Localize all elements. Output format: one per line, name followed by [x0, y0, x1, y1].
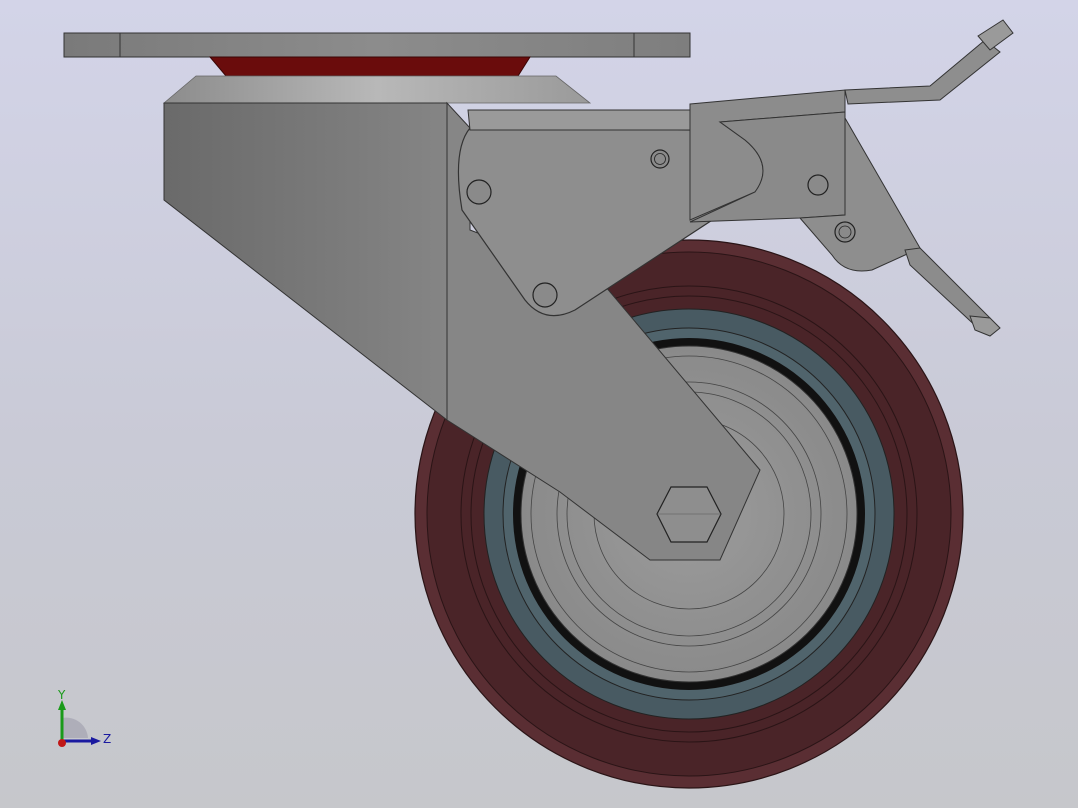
x-axis-dot-icon: [58, 739, 66, 747]
cad-viewport[interactable]: Y Z: [0, 0, 1078, 808]
axle-nut[interactable]: [656, 486, 722, 543]
top-plate-body: [63, 32, 691, 58]
triad-arc: [62, 717, 88, 738]
lever-tip: [969, 315, 1001, 337]
lever-pivot: [834, 221, 856, 243]
rivet-hole-2: [532, 282, 558, 308]
pedal-pivot: [807, 174, 829, 196]
rivet-hole-1: [466, 179, 492, 205]
caster-model-view[interactable]: [0, 0, 1078, 808]
z-axis-label: Z: [103, 732, 111, 746]
fork-side-left: [163, 102, 448, 422]
pedal-top-bar: [844, 39, 1001, 105]
orientation-triad: Y Z: [57, 688, 111, 747]
z-axis-arrow-icon: [91, 737, 101, 745]
top-plate[interactable]: [63, 32, 691, 58]
rivet-hole-3: [650, 149, 670, 169]
swivel-bearing[interactable]: [208, 56, 531, 77]
y-axis-label: Y: [57, 688, 66, 702]
brake-plate-top: [467, 109, 701, 131]
swivel-plate[interactable]: [162, 75, 592, 104]
